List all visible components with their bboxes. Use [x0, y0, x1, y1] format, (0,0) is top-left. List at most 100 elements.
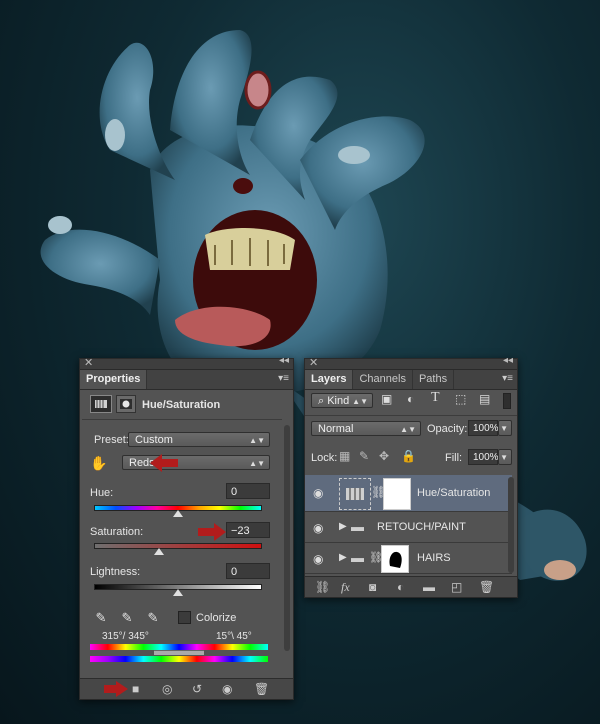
lightness-field[interactable]: 0: [226, 563, 270, 579]
lock-label: Lock:: [311, 452, 338, 464]
layer-name: Hue/Saturation: [417, 487, 491, 499]
lightness-slider-thumb[interactable]: [173, 589, 183, 596]
layers-footer: ⛓ fx ◙ ◐ ▬ ◰ 🗑: [305, 576, 517, 597]
dropdown-arrow-icon: ▲▼: [400, 425, 416, 434]
eyedropper-minus-icon[interactable]: ✎: [144, 609, 162, 627]
saturation-slider[interactable]: [94, 543, 262, 549]
expand-arrow-icon[interactable]: ▶: [339, 552, 347, 563]
properties-scrollbar[interactable]: [284, 425, 290, 651]
properties-panel: ✕ ◂◂ Properties ▾≡ Hue/Saturation Preset…: [79, 355, 294, 700]
colorize-checkbox[interactable]: [178, 611, 191, 624]
panel-menu-icon[interactable]: ▾≡: [502, 373, 513, 384]
collapse-icon[interactable]: ◂◂: [503, 355, 513, 366]
hue-field[interactable]: 0: [226, 483, 270, 499]
blend-mode-dropdown[interactable]: Normal ▲▼: [311, 421, 421, 436]
divider: [82, 419, 282, 420]
layer-name: HAIRS: [417, 552, 451, 564]
opacity-field[interactable]: 100%: [468, 420, 499, 436]
reset-icon[interactable]: ↺: [192, 682, 202, 696]
view-previous-icon[interactable]: ◎: [162, 682, 172, 696]
clip-to-layer-icon[interactable]: ■: [132, 682, 139, 696]
layers-tabbar: Layers Channels Paths ▾≡: [305, 370, 517, 390]
fill-stepper[interactable]: ▼: [498, 449, 512, 465]
color-range-bar-bottom: [90, 656, 268, 662]
filter-adjustment-icon[interactable]: ◐: [407, 392, 414, 406]
lock-pixels-icon[interactable]: ✎: [359, 449, 369, 463]
trash-icon[interactable]: 🗑: [479, 580, 494, 594]
hue-slider-thumb[interactable]: [173, 510, 183, 517]
annotation-arrow: [198, 523, 226, 541]
visibility-icon[interactable]: ◉: [222, 682, 232, 696]
annotation-arrow: [104, 681, 128, 697]
annotation-arrow: [150, 454, 178, 472]
new-layer-icon[interactable]: ◰: [451, 580, 462, 594]
filter-type-icon[interactable]: T: [431, 390, 440, 406]
adjustment-layer-thumbnail: [339, 478, 371, 510]
filter-toggle[interactable]: [503, 393, 511, 409]
adjustment-layer-icon: [90, 395, 112, 413]
preset-dropdown[interactable]: Custom ▲▼: [128, 432, 270, 447]
opacity-stepper[interactable]: ▼: [498, 420, 512, 436]
panel-menu-icon[interactable]: ▾≡: [278, 373, 289, 384]
blend-mode-value: Normal: [318, 423, 354, 435]
lock-all-icon[interactable]: 🔒: [401, 449, 416, 463]
layers-panel: ✕ ◂◂ Layers Channels Paths ▾≡ ⌕ Kind ▲▼ ▣…: [304, 355, 518, 598]
collapse-icon[interactable]: ◂◂: [279, 355, 289, 366]
channel-dropdown[interactable]: Reds ▲▼: [122, 455, 270, 470]
close-icon[interactable]: ✕: [309, 356, 318, 369]
adjustment-title: Hue/Saturation: [142, 399, 221, 411]
lock-transparency-icon[interactable]: ▦: [339, 449, 350, 463]
tab-properties[interactable]: Properties: [80, 370, 148, 389]
tab-channels[interactable]: Channels: [353, 370, 413, 389]
mask-icon[interactable]: [116, 395, 136, 413]
opacity-label: Opacity:: [427, 423, 468, 435]
fill-field[interactable]: 100%: [468, 449, 499, 465]
visibility-eye-icon[interactable]: ◉: [313, 521, 323, 535]
range-right-label: 15°\ 45°: [216, 631, 252, 642]
search-icon: ⌕: [318, 395, 328, 407]
panel-topbar: ✕ ◂◂: [305, 355, 517, 370]
filter-kind-dropdown[interactable]: ⌕ Kind ▲▼: [311, 393, 373, 408]
tab-paths[interactable]: Paths: [413, 370, 455, 389]
visibility-eye-icon[interactable]: ◉: [313, 486, 323, 500]
add-mask-icon[interactable]: ◙: [369, 580, 376, 594]
adjustment-icon[interactable]: ◐: [397, 580, 404, 594]
panel-topbar: ✕ ◂◂: [80, 355, 293, 370]
filter-pixel-icon[interactable]: ▣: [381, 392, 392, 406]
layer-row-hue-saturation[interactable]: ◉ ⛓ Hue/Saturation: [305, 475, 512, 512]
close-icon[interactable]: ✕: [84, 356, 93, 369]
colorize-label: Colorize: [196, 612, 237, 624]
saturation-label: Saturation:: [90, 526, 144, 538]
filter-smart-object-icon[interactable]: ▤: [479, 392, 490, 406]
expand-arrow-icon[interactable]: ▶: [339, 521, 347, 532]
eyedropper-icon[interactable]: ✎: [92, 609, 110, 627]
folder-icon: ▬: [351, 519, 364, 534]
dropdown-arrow-icon: ▲▼: [352, 397, 368, 406]
chevron-down-icon: ▼: [500, 453, 508, 462]
layer-row-hairs[interactable]: ◉ ▶ ▬ ⛓ HAIRS: [305, 543, 512, 574]
saturation-field[interactable]: −23: [226, 522, 270, 538]
layer-mask-thumbnail[interactable]: [381, 545, 409, 573]
layers-scrollbar[interactable]: [508, 477, 514, 573]
fill-label: Fill:: [445, 452, 463, 464]
new-group-icon[interactable]: ▬: [423, 580, 435, 594]
layer-name: RETOUCH/PAINT: [377, 521, 466, 533]
dropdown-arrow-icon: ▲▼: [249, 459, 265, 468]
preset-value: Custom: [135, 434, 173, 446]
eyedropper-plus-icon[interactable]: ✎: [118, 609, 136, 627]
trash-icon[interactable]: 🗑: [254, 682, 269, 696]
color-range-selector[interactable]: [154, 650, 204, 655]
lightness-label: Lightness:: [90, 566, 141, 578]
visibility-eye-icon[interactable]: ◉: [313, 552, 323, 566]
fx-icon[interactable]: fx: [341, 580, 350, 595]
dropdown-arrow-icon: ▲▼: [249, 436, 265, 445]
lock-position-icon[interactable]: ✥: [379, 449, 389, 463]
filter-shape-icon[interactable]: ⬚: [455, 392, 466, 406]
hand-targeted-icon[interactable]: ✋: [88, 453, 110, 473]
layer-row-retouch-paint[interactable]: ◉ ▶ ▬ RETOUCH/PAINT: [305, 512, 512, 543]
link-icon[interactable]: ⛓: [315, 580, 330, 594]
folder-icon: ▬: [351, 550, 364, 565]
layer-mask-thumbnail[interactable]: [383, 478, 411, 510]
tab-layers[interactable]: Layers: [305, 370, 354, 389]
saturation-slider-thumb[interactable]: [154, 548, 164, 555]
